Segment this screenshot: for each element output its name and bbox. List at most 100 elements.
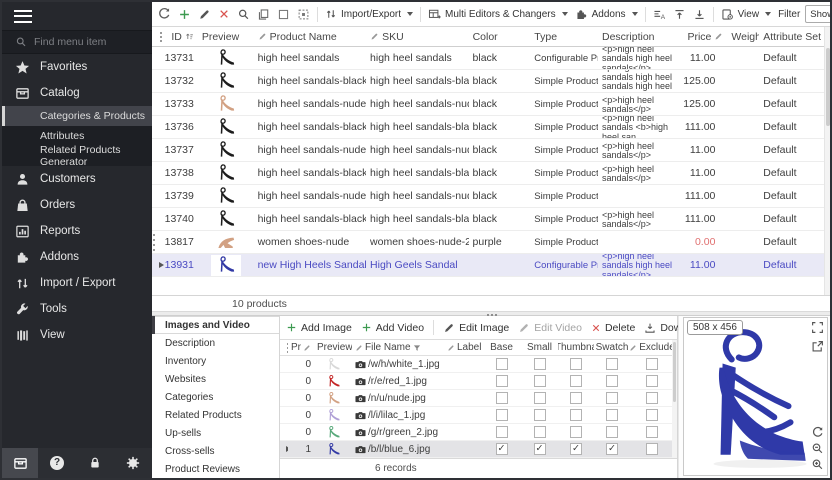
sidebar-bottom-catalog-button[interactable] <box>2 448 38 478</box>
swatch-checkbox[interactable] <box>606 443 618 455</box>
sidebar-item-addons[interactable]: Addons <box>2 244 152 270</box>
settings-button[interactable] <box>114 448 152 478</box>
column-header-id[interactable]: ID <box>164 27 198 46</box>
exclude-checkbox[interactable] <box>646 409 658 421</box>
image-row-b-l-blue-6-jpg[interactable]: 1/b/l/blue_6.jpg <box>280 441 677 458</box>
tab-categories[interactable]: Categories <box>152 388 279 406</box>
image-column-header-thumbna[interactable]: Thumbna <box>558 340 594 355</box>
product-row-13732[interactable]: 13732high heel sandals-blackhigh heel sa… <box>152 70 824 93</box>
delete-button[interactable]: Delete <box>591 322 635 334</box>
product-row-13740[interactable]: 13740high heel sandals-black-38high heel… <box>152 208 824 231</box>
hamburger-menu-button[interactable] <box>2 2 152 30</box>
image-row-w-h-white-1-jpg[interactable]: 0/w/h/white_1.jpg <box>280 356 677 373</box>
search-button[interactable] <box>237 8 250 21</box>
scrollbar-thumb[interactable] <box>673 342 676 402</box>
sort-button[interactable] <box>653 8 666 21</box>
small-checkbox[interactable] <box>534 409 546 421</box>
edit-image-button[interactable]: Edit Image <box>443 322 509 334</box>
category-filter-select[interactable]: Show products from selected categories <box>805 5 832 23</box>
add-image-button[interactable]: Add Image <box>286 322 352 334</box>
thumbnail-checkbox[interactable] <box>570 392 582 404</box>
paste-special-button[interactable] <box>297 8 310 21</box>
base-checkbox[interactable] <box>496 443 508 455</box>
swatch-checkbox[interactable] <box>606 392 618 404</box>
refresh-icon[interactable] <box>811 426 824 439</box>
copy-button[interactable] <box>257 8 270 21</box>
product-row-13931[interactable]: 13931new High Heels SandalsHigh Geels Sa… <box>152 254 824 277</box>
image-column-header-swatch[interactable]: Swatch <box>594 340 630 355</box>
column-header-weight[interactable]: Weight <box>727 27 759 46</box>
tab-description[interactable]: Description <box>152 334 279 352</box>
lock-button[interactable] <box>76 448 114 478</box>
column-header-price[interactable]: Price <box>684 27 728 46</box>
sidebar-subitem-categories-products[interactable]: Categories & Products <box>2 106 152 126</box>
add-product-button[interactable] <box>178 8 191 21</box>
select-button[interactable] <box>277 8 290 21</box>
tab-product-reviews[interactable]: Product Reviews <box>152 460 279 478</box>
thumbnail-checkbox[interactable] <box>570 375 582 387</box>
exclude-checkbox[interactable] <box>646 392 658 404</box>
column-header-color[interactable]: Color <box>469 27 531 46</box>
base-checkbox[interactable] <box>496 392 508 404</box>
column-header-type[interactable]: Type <box>530 27 598 46</box>
product-row-13736[interactable]: 13736high heel sandals-black-36high heel… <box>152 116 824 139</box>
sidebar-item-reports[interactable]: Reports <box>2 218 152 244</box>
scrollbar-thumb[interactable] <box>826 48 830 126</box>
column-header-product-name[interactable]: Product Name <box>254 27 366 46</box>
sidebar-item-view[interactable]: View <box>2 322 152 348</box>
sidebar-item-tools[interactable]: Tools <box>2 296 152 322</box>
small-checkbox[interactable] <box>534 358 546 370</box>
exclude-checkbox[interactable] <box>646 426 658 438</box>
sidebar-splitter-handle[interactable] <box>152 232 157 256</box>
sidebar-search[interactable]: Find menu item <box>2 30 152 54</box>
thumbnail-checkbox[interactable] <box>570 443 582 455</box>
tab-inventory[interactable]: Inventory <box>152 352 279 370</box>
column-header-preview[interactable]: Preview <box>198 27 254 46</box>
image-grid-scrollbar[interactable] <box>672 340 677 458</box>
multi-editors-menu[interactable]: Multi Editors & Changers <box>428 8 568 21</box>
move-up-button[interactable] <box>673 8 686 21</box>
product-row-13731[interactable]: 13731high heel sandalshigh heel sandalsb… <box>152 47 824 70</box>
product-row-13817[interactable]: 13817women shoes-nudewomen shoes-nude-2p… <box>152 231 824 254</box>
column-header-attribute-set-name[interactable]: Attribute Set Name <box>759 27 824 46</box>
image-column-header-small[interactable]: Small <box>521 340 558 355</box>
base-checkbox[interactable] <box>496 375 508 387</box>
image-row-r-e-red-1-jpg[interactable]: 0/r/e/red_1.jpg <box>280 373 677 390</box>
image-row-n-u-nude-jpg[interactable]: 0/n/u/nude.jpg <box>280 390 677 407</box>
grid-vertical-scrollbar[interactable] <box>824 27 830 295</box>
image-column-header-pr[interactable]: Pr <box>288 340 314 355</box>
image-column-header-preview[interactable]: Preview <box>314 340 352 355</box>
base-checkbox[interactable] <box>496 409 508 421</box>
sidebar-item-import-export[interactable]: Import / Export <box>2 270 152 296</box>
sidebar-item-catalog[interactable]: Catalog <box>2 80 152 106</box>
tab-cross-sells[interactable]: Cross-sells <box>152 442 279 460</box>
tab-websites[interactable]: Websites <box>152 370 279 388</box>
tab-up-sells[interactable]: Up-sells <box>152 424 279 442</box>
product-row-13739[interactable]: 13739high heel sandals-nude-37high heel … <box>152 185 824 208</box>
edit-product-button[interactable] <box>198 8 211 21</box>
exclude-checkbox[interactable] <box>646 375 658 387</box>
external-link-icon[interactable] <box>811 340 824 353</box>
small-checkbox[interactable] <box>534 426 546 438</box>
thumbnail-checkbox[interactable] <box>570 358 582 370</box>
view-menu[interactable]: View <box>721 8 772 21</box>
sidebar-subitem-related-products-generator[interactable]: Related Products Generator <box>2 146 152 166</box>
swatch-checkbox[interactable] <box>606 426 618 438</box>
small-checkbox[interactable] <box>534 443 546 455</box>
thumbnail-checkbox[interactable] <box>570 426 582 438</box>
swatch-checkbox[interactable] <box>606 358 618 370</box>
sidebar-item-favorites[interactable]: Favorites <box>2 54 152 80</box>
import-export-menu[interactable]: Import/Export <box>325 8 413 20</box>
image-column-header-exclude[interactable]: Exclude <box>630 340 674 355</box>
product-row-13737[interactable]: 13737high heel sandals-nude-36high heel … <box>152 139 824 162</box>
tab-images-and-video[interactable]: Images and Video <box>152 316 279 334</box>
swatch-checkbox[interactable] <box>606 375 618 387</box>
small-checkbox[interactable] <box>534 375 546 387</box>
small-checkbox[interactable] <box>534 392 546 404</box>
base-checkbox[interactable] <box>496 426 508 438</box>
sidebar-subitem-attributes[interactable]: Attributes <box>2 126 152 146</box>
zoom-out-icon[interactable] <box>811 442 824 455</box>
image-column-header-base[interactable]: Base <box>482 340 521 355</box>
tab-related-products[interactable]: Related Products <box>152 406 279 424</box>
refresh-button[interactable] <box>157 7 171 21</box>
